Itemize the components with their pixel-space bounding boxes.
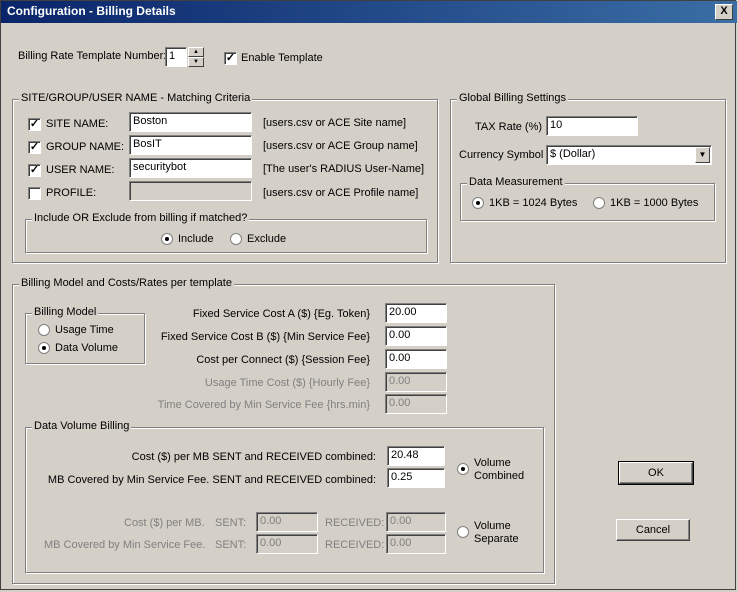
separate-cost-sent-input[interactable]: 0.00 xyxy=(256,512,318,532)
combined-covered-label: MB Covered by Min Service Fee. SENT and … xyxy=(47,474,376,486)
profile-label: PROFILE: xyxy=(46,187,97,199)
cost-per-connect-input[interactable]: 0.00 xyxy=(385,349,447,369)
site-name-hint: [users.csv or ACE Site name] xyxy=(263,117,407,129)
profile-checkbox[interactable] xyxy=(28,187,41,200)
separate-covered-sent-input[interactable]: 0.00 xyxy=(256,534,318,554)
template-number-label: Billing Rate Template Number: xyxy=(18,50,167,62)
kb-1024-label: 1KB = 1024 Bytes xyxy=(489,197,578,209)
currency-symbol-label: Currency Symbol xyxy=(459,149,544,161)
title-bar: Configuration - Billing Details X xyxy=(1,1,737,23)
group-name-input[interactable]: BosIT xyxy=(129,135,252,155)
separate-cost-label: Cost ($) per MB. xyxy=(124,517,205,529)
enable-template-label: Enable Template xyxy=(241,52,323,64)
include-radio[interactable] xyxy=(161,233,173,245)
usage-time-cost-label: Usage Time Cost ($) {Hourly Fee} xyxy=(204,377,370,389)
volume-separate-label-2: Separate xyxy=(474,533,519,545)
combined-cost-label: Cost ($) per MB SENT and RECEIVED combin… xyxy=(131,451,376,463)
include-exclude-legend: Include OR Exclude from billing if match… xyxy=(32,212,250,224)
chevron-down-icon[interactable]: ▼ xyxy=(695,147,710,163)
enable-template-checkbox[interactable]: ✓ xyxy=(224,52,237,65)
close-icon[interactable]: X xyxy=(715,4,733,20)
volume-combined-label-2: Combined xyxy=(474,470,525,482)
exclude-radio[interactable] xyxy=(230,233,242,245)
user-name-hint: [The user's RADIUS User-Name] xyxy=(263,163,425,175)
usage-time-radio[interactable] xyxy=(38,324,50,336)
global-billing-legend: Global Billing Settings xyxy=(457,92,569,104)
profile-hint: [users.csv or ACE Profile name] xyxy=(263,187,419,199)
data-measurement-legend: Data Measurement xyxy=(467,176,565,188)
group-name-hint: [users.csv or ACE Group name] xyxy=(263,140,418,152)
volume-combined-radio[interactable] xyxy=(457,463,469,475)
window-title: Configuration - Billing Details xyxy=(7,4,176,18)
tax-rate-label: TAX Rate (%) xyxy=(475,121,543,133)
user-name-label: USER NAME: xyxy=(46,164,115,176)
separate-cost-received-input[interactable]: 0.00 xyxy=(386,512,446,532)
exclude-label: Exclude xyxy=(247,233,287,245)
time-covered-label: Time Covered by Min Service Fee {hrs.min… xyxy=(157,399,370,411)
separate-cost-received-label: RECEIVED: xyxy=(325,517,385,529)
data-volume-radio[interactable] xyxy=(38,342,50,354)
group-name-label: GROUP NAME: xyxy=(46,141,125,153)
spin-down-icon[interactable]: ▼ xyxy=(188,57,204,67)
time-covered-input[interactable]: 0.00 xyxy=(385,394,447,414)
kb-1024-radio[interactable] xyxy=(472,197,484,209)
currency-select[interactable]: $ (Dollar) ▼ xyxy=(546,145,712,165)
billing-model-legend: Billing Model xyxy=(32,306,99,318)
tax-rate-input[interactable]: 10 xyxy=(546,116,638,136)
kb-1000-label: 1KB = 1000 Bytes xyxy=(610,197,699,209)
combined-cost-input[interactable]: 20.48 xyxy=(387,446,445,466)
usage-time-cost-input[interactable]: 0.00 xyxy=(385,372,447,392)
usage-time-label: Usage Time xyxy=(55,324,114,336)
include-exclude-group: Include OR Exclude from billing if match… xyxy=(25,212,427,253)
fixed-cost-b-input[interactable]: 0.00 xyxy=(385,326,447,346)
combined-covered-input[interactable]: 0.25 xyxy=(387,468,445,488)
template-number-input[interactable]: 1 xyxy=(165,47,187,67)
spin-up-icon[interactable]: ▲ xyxy=(188,47,204,57)
user-name-checkbox[interactable]: ✓ xyxy=(28,164,41,177)
volume-separate-label-1: Volume xyxy=(474,520,511,532)
fixed-cost-b-label: Fixed Service Cost B ($) {Min Service Fe… xyxy=(160,331,370,343)
currency-value: $ (Dollar) xyxy=(550,148,596,160)
data-volume-billing-legend: Data Volume Billing xyxy=(32,420,132,432)
user-name-input[interactable]: securitybot xyxy=(129,158,252,178)
separate-covered-received-input[interactable]: 0.00 xyxy=(386,534,446,554)
fixed-cost-a-input[interactable]: 20.00 xyxy=(385,303,447,323)
group-name-checkbox[interactable]: ✓ xyxy=(28,141,41,154)
separate-covered-received-label: RECEIVED: xyxy=(325,539,385,551)
billing-model-costs-legend: Billing Model and Costs/Rates per templa… xyxy=(19,277,234,289)
volume-combined-label-1: Volume xyxy=(474,457,511,469)
separate-cost-sent-label: SENT: xyxy=(215,517,247,529)
separate-covered-label: MB Covered by Min Service Fee. xyxy=(44,539,206,551)
separate-covered-sent-label: SENT: xyxy=(215,539,247,551)
template-number-spinner[interactable]: ▲ ▼ xyxy=(188,47,204,67)
include-label: Include xyxy=(178,233,214,245)
ok-button[interactable]: OK xyxy=(618,461,694,485)
profile-input[interactable] xyxy=(129,181,252,201)
matching-criteria-legend: SITE/GROUP/USER NAME - Matching Criteria xyxy=(19,92,253,104)
cancel-button[interactable]: Cancel xyxy=(616,519,690,541)
site-name-checkbox[interactable]: ✓ xyxy=(28,118,41,131)
site-name-label: SITE NAME: xyxy=(46,118,109,130)
cost-per-connect-label: Cost per Connect ($) {Session Fee} xyxy=(196,354,370,366)
kb-1000-radio[interactable] xyxy=(593,197,605,209)
data-volume-label: Data Volume xyxy=(55,342,118,354)
billing-details-dialog: Configuration - Billing Details X Billin… xyxy=(0,0,737,590)
site-name-input[interactable]: Boston xyxy=(129,112,252,132)
billing-model-group: Billing Model xyxy=(25,306,145,364)
fixed-cost-a-label: Fixed Service Cost A ($) {Eg. Token} xyxy=(192,308,370,320)
volume-separate-radio[interactable] xyxy=(457,526,469,538)
